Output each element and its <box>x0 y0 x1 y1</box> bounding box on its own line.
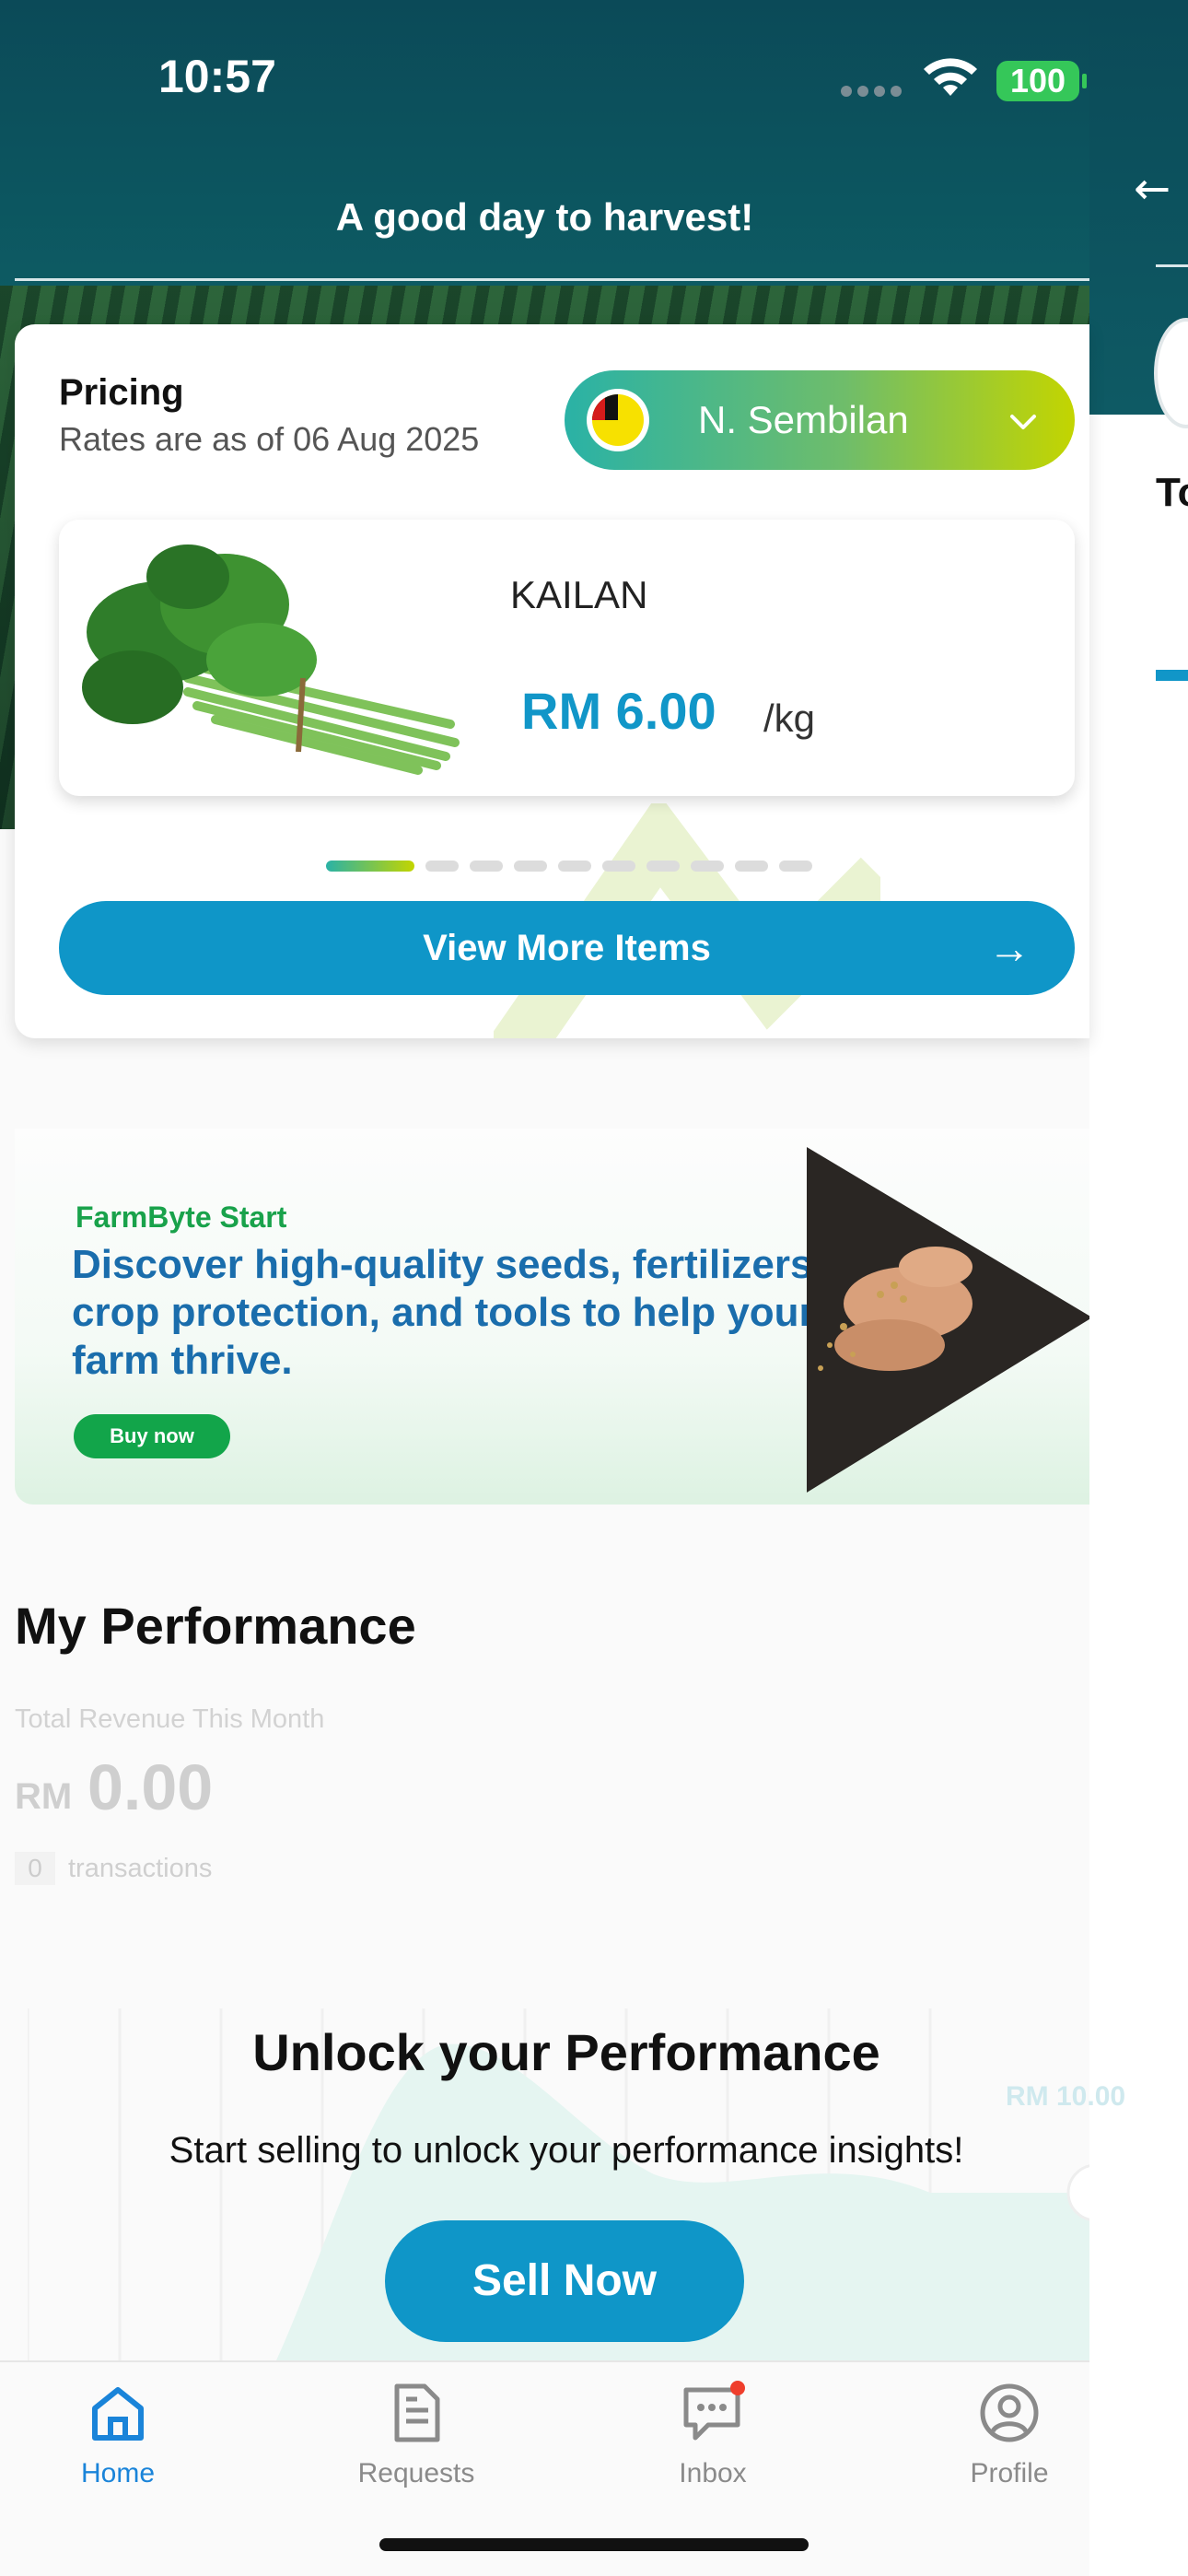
tab-profile[interactable]: Profile <box>917 2381 1101 2489</box>
tab-inbox[interactable]: Inbox <box>621 2381 805 2489</box>
promo-banner[interactable]: FarmByte Start Discover high-quality see… <box>15 1129 1089 1505</box>
unlock-subtitle: Start selling to unlock your performance… <box>169 2130 964 2171</box>
adjacent-screen-edge: ← To <box>1089 0 1188 2576</box>
carousel-dot[interactable] <box>735 861 768 872</box>
carousel-indicator <box>326 861 812 872</box>
region-name: N. Sembilan <box>698 398 909 441</box>
item-price: RM 6.00 <box>521 682 716 740</box>
pricing-title: Pricing <box>59 372 184 413</box>
chat-icon <box>683 2381 745 2441</box>
view-more-items-button[interactable]: View More Items → <box>59 901 1075 995</box>
tab-label: Inbox <box>679 2458 747 2488</box>
battery-indicator: 100 <box>996 61 1087 101</box>
revenue-value: 0.00 <box>87 1751 214 1823</box>
transactions-label: transactions <box>68 1854 213 1883</box>
carousel-dot[interactable] <box>602 861 635 872</box>
seeds-in-hand-image <box>807 1147 1089 1493</box>
home-icon <box>92 2387 144 2441</box>
tab-label: Home <box>80 2458 156 2488</box>
revenue-currency: RM <box>15 1776 73 1817</box>
item-unit: /kg <box>763 697 816 740</box>
adjacent-text-fragment: To <box>1156 470 1188 515</box>
revenue-label: Total Revenue This Month <box>15 1704 325 1734</box>
wifi-icon <box>924 58 977 96</box>
item-name: KAILAN <box>510 573 648 616</box>
tab-label: Requests <box>357 2458 475 2488</box>
profile-icon <box>980 2383 1039 2442</box>
pricing-card: Pricing Rates are as of 06 Aug 2025 N. S… <box>15 324 1089 1038</box>
carousel-dot[interactable] <box>514 861 547 872</box>
carousel-dot[interactable] <box>779 861 812 872</box>
tab-requests[interactable]: Requests <box>324 2381 508 2489</box>
header-divider <box>15 278 1089 281</box>
price-item-card[interactable]: KAILAN RM 6.00 /kg <box>59 520 1075 796</box>
promo-brand: FarmByte Start <box>76 1200 287 1234</box>
tab-label: Profile <box>970 2458 1049 2488</box>
arrow-right-icon: → <box>988 924 1031 972</box>
promo-headline: Discover high-quality seeds, fertilizers… <box>72 1242 824 1383</box>
cellular-signal-icon <box>841 86 902 97</box>
carousel-dot[interactable] <box>558 861 591 872</box>
view-more-label: View More Items <box>423 928 711 968</box>
buy-now-button[interactable]: Buy now <box>74 1414 230 1458</box>
carousel-dot[interactable] <box>646 861 680 872</box>
performance-title: My Performance <box>15 1597 416 1655</box>
carousel-dot[interactable] <box>425 861 459 872</box>
kailan-image <box>82 544 460 775</box>
home-indicator <box>379 2538 809 2551</box>
adjacent-divider <box>1156 264 1188 267</box>
greeting-text: A good day to harvest! <box>335 195 754 239</box>
state-flag-icon <box>587 389 649 451</box>
tab-home[interactable]: Home <box>26 2381 210 2489</box>
back-arrow-icon: ← <box>1134 163 1171 215</box>
chart-value-label: RM 10.00 <box>1006 2081 1126 2112</box>
pricing-date: Rates are as of 06 Aug 2025 <box>59 420 480 458</box>
status-time: 10:57 <box>158 51 276 102</box>
chevron-down-icon <box>1010 415 1036 429</box>
carousel-dot[interactable] <box>470 861 503 872</box>
carousel-dot[interactable] <box>326 861 414 872</box>
document-icon <box>394 2383 440 2442</box>
region-selector[interactable]: N. Sembilan <box>565 370 1075 470</box>
unlock-title: Unlock your Performance <box>252 2023 880 2081</box>
notification-badge <box>730 2381 745 2395</box>
sell-now-button[interactable]: Sell Now <box>385 2220 744 2342</box>
carousel-dot[interactable] <box>691 861 724 872</box>
adjacent-tab-indicator <box>1156 670 1188 681</box>
transactions-count: 0 <box>15 1852 55 1885</box>
